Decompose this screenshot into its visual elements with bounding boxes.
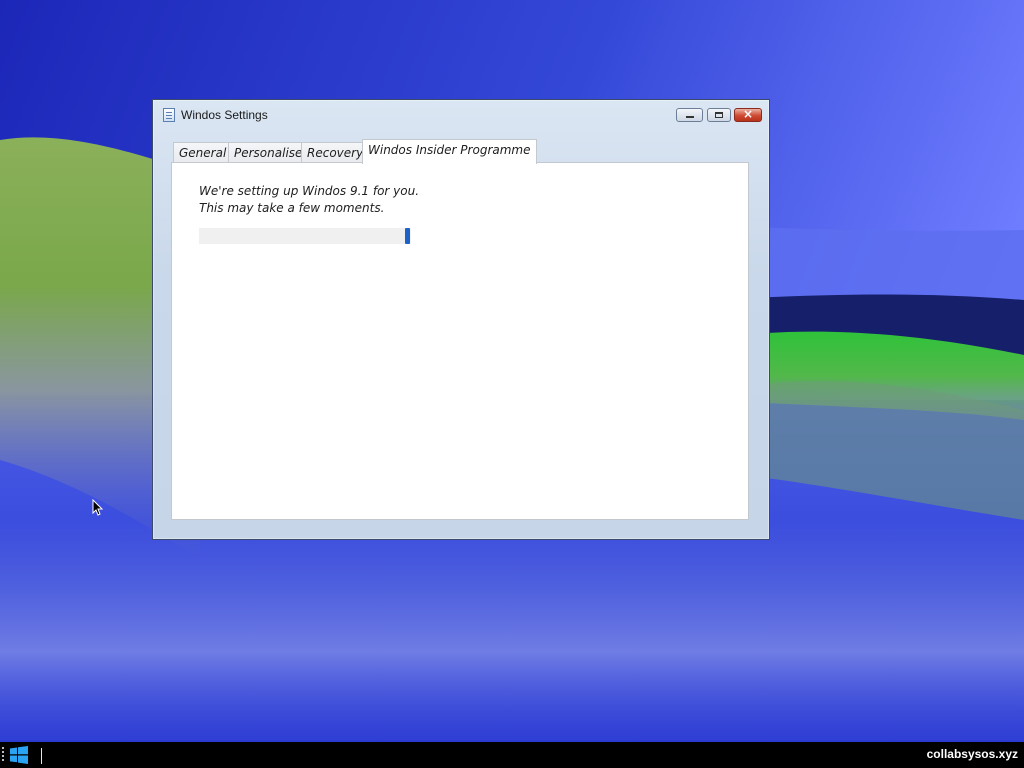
tab-panel-insider-programme bbox=[171, 162, 749, 520]
desktop: Windos Settings × General Personalise Re… bbox=[0, 0, 1024, 768]
window-title: Windos Settings bbox=[181, 108, 268, 122]
brand-label: collabsysos.xyz bbox=[926, 747, 1018, 761]
close-button[interactable]: × bbox=[734, 107, 762, 122]
minimize-icon bbox=[686, 116, 694, 118]
close-icon: × bbox=[742, 107, 754, 121]
mouse-pointer-icon bbox=[92, 499, 104, 516]
progress-indicator bbox=[405, 228, 410, 244]
setup-message-line-2: This may take a few moments. bbox=[199, 201, 385, 215]
minimize-button[interactable] bbox=[676, 108, 703, 122]
settings-app-icon bbox=[163, 108, 175, 122]
windows-logo-icon[interactable] bbox=[9, 746, 29, 764]
tab-personalise[interactable]: Personalise bbox=[228, 142, 309, 163]
progress-bar bbox=[199, 228, 411, 244]
taskbar-grip-icon[interactable] bbox=[2, 747, 5, 763]
tab-general[interactable]: General bbox=[173, 142, 233, 163]
maximize-icon bbox=[715, 112, 723, 118]
maximize-button[interactable] bbox=[707, 108, 731, 122]
tab-windos-insider-programme[interactable]: Windos Insider Programme bbox=[362, 139, 537, 164]
taskbar-divider bbox=[41, 748, 42, 764]
taskbar: collabsysos.xyz bbox=[0, 742, 1024, 768]
setup-message-line-1: We're setting up Windos 9.1 for you. bbox=[199, 184, 420, 198]
title-bar[interactable]: Windos Settings × bbox=[153, 100, 769, 130]
tab-recovery[interactable]: Recovery bbox=[301, 142, 370, 163]
